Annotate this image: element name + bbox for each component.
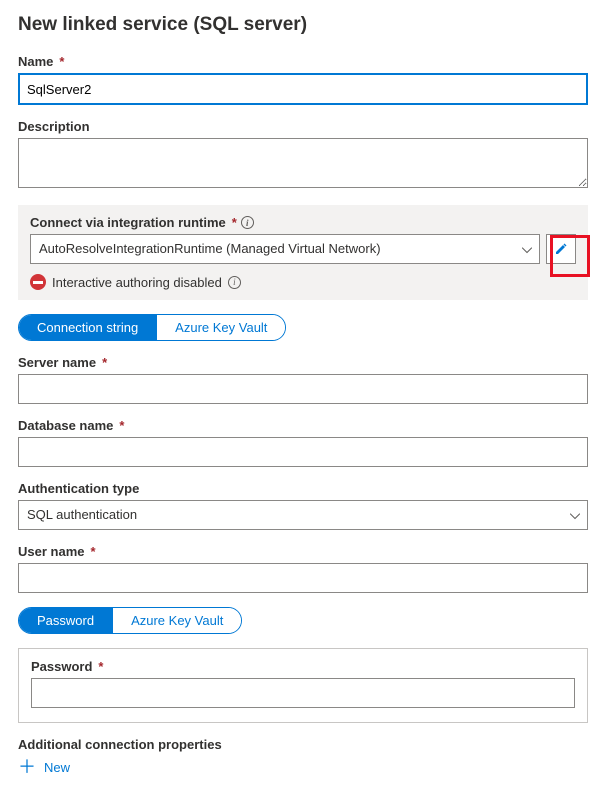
tab-connection-string[interactable]: Connection string <box>19 315 156 340</box>
plus-icon: ＋ <box>18 758 36 776</box>
description-label: Description <box>18 119 588 134</box>
auth-select[interactable]: SQL authentication <box>18 500 588 530</box>
password-input[interactable] <box>31 678 575 708</box>
edit-runtime-button[interactable] <box>546 234 576 264</box>
runtime-select[interactable]: AutoResolveIntegrationRuntime (Managed V… <box>30 234 540 264</box>
user-input[interactable] <box>18 563 588 593</box>
pencil-icon <box>554 242 568 256</box>
auth-label: Authentication type <box>18 481 588 496</box>
database-label: Database name* <box>18 418 588 433</box>
tab-password[interactable]: Password <box>19 608 112 633</box>
name-input[interactable] <box>18 73 588 105</box>
name-label: Name* <box>18 54 588 69</box>
description-input[interactable] <box>18 138 588 188</box>
add-new-button[interactable]: ＋ New <box>18 758 588 776</box>
password-label: Password* <box>31 659 575 674</box>
tab-azure-key-vault[interactable]: Azure Key Vault <box>156 315 285 340</box>
info-icon[interactable]: i <box>228 276 241 289</box>
server-input[interactable] <box>18 374 588 404</box>
runtime-status: Interactive authoring disabled <box>52 275 222 290</box>
server-label: Server name* <box>18 355 588 370</box>
user-label: User name* <box>18 544 588 559</box>
connection-tabs: Connection string Azure Key Vault <box>18 314 286 341</box>
disabled-icon <box>30 274 46 290</box>
password-tabs: Password Azure Key Vault <box>18 607 242 634</box>
page-title: New linked service (SQL server) <box>18 14 588 36</box>
info-icon[interactable]: i <box>241 216 254 229</box>
tab-password-akv[interactable]: Azure Key Vault <box>112 608 241 633</box>
database-input[interactable] <box>18 437 588 467</box>
runtime-label: Connect via integration runtime* i <box>30 215 576 230</box>
additional-props-label: Additional connection properties <box>18 737 588 752</box>
